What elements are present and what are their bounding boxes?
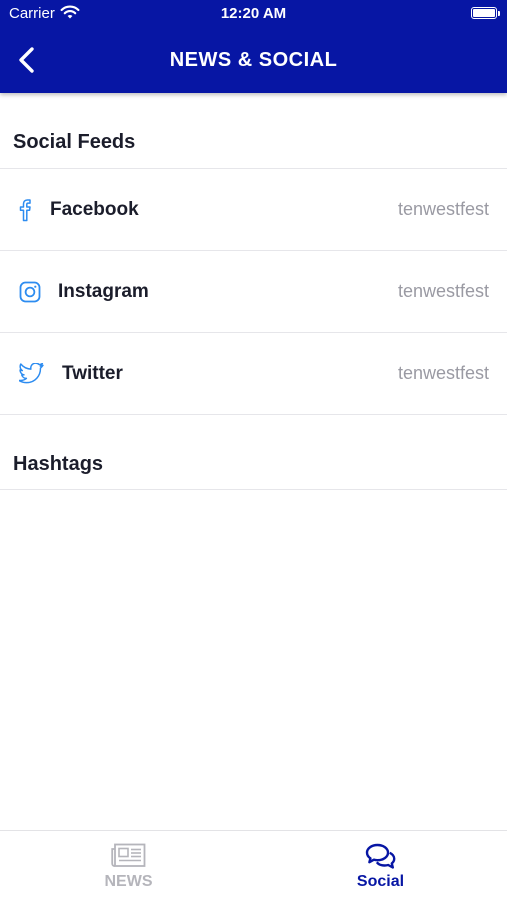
social-row-twitter[interactable]: Twitter tenwestfest	[0, 333, 507, 414]
divider	[0, 414, 507, 415]
social-handle-facebook: tenwestfest	[397, 199, 489, 219]
hashtags-heading: Hashtags	[13, 453, 104, 475]
instagram-icon	[19, 281, 41, 302]
divider	[0, 489, 507, 490]
tab-bar: NEWS Social	[0, 830, 507, 901]
page-title: NEWS & SOCIAL	[169, 49, 338, 71]
tab-news[interactable]: NEWS	[2, 831, 255, 901]
social-label-facebook: Facebook	[50, 199, 139, 220]
tab-news-label: NEWS	[104, 873, 153, 890]
social-row-facebook[interactable]: Facebook tenwestfest	[0, 169, 507, 250]
navigation-header: Carrier 12:20 AM NEWS & SOCIAL	[0, 0, 507, 93]
social-row-instagram[interactable]: Instagram tenwestfest	[0, 251, 507, 332]
newspaper-icon	[111, 843, 146, 867]
social-handle-twitter: tenwestfest	[397, 363, 489, 383]
twitter-icon	[19, 363, 44, 384]
social-feeds-heading: Social Feeds	[13, 131, 136, 153]
status-time: 12:20 AM	[220, 5, 287, 22]
tab-social-label: Social	[356, 873, 405, 890]
tab-social[interactable]: Social	[254, 831, 507, 901]
battery-cap	[498, 11, 500, 16]
social-label-instagram: Instagram	[58, 281, 149, 302]
battery-icon	[471, 7, 497, 19]
chat-bubbles-icon	[365, 843, 396, 869]
social-label-twitter: Twitter	[62, 363, 123, 384]
social-handle-instagram: tenwestfest	[397, 281, 489, 301]
facebook-icon	[19, 198, 31, 221]
